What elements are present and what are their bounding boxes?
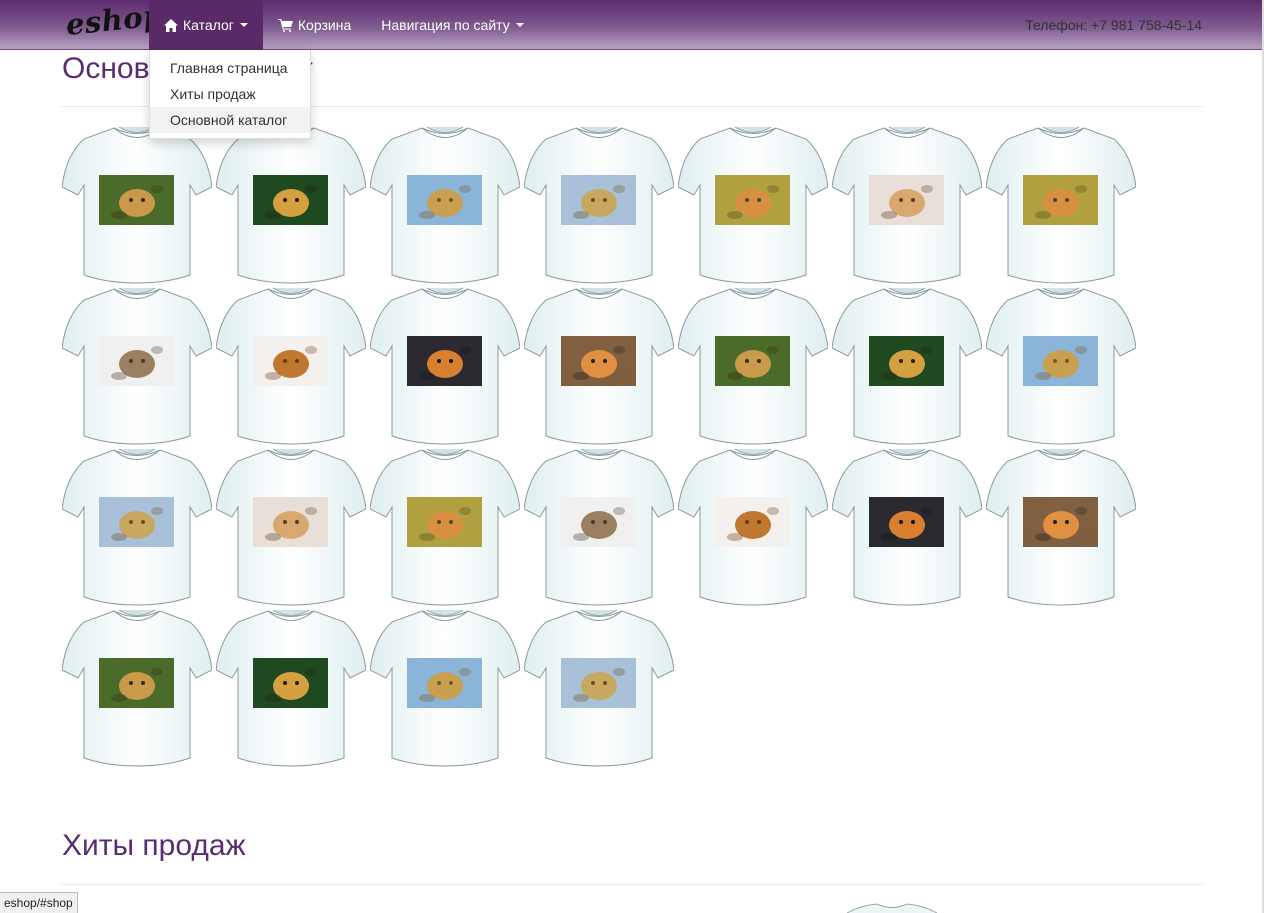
- product-card[interactable]: [678, 447, 828, 607]
- nav-cart[interactable]: Корзина: [263, 0, 366, 50]
- print-image-tiger-lying: [1023, 497, 1098, 547]
- product-card[interactable]: [62, 447, 212, 607]
- print-image-tiger-lying: [561, 336, 636, 386]
- chevron-down-icon: [239, 23, 248, 27]
- catalog-dropdown-menu: Главная страница Хиты продаж Основной ка…: [149, 50, 311, 139]
- product-card[interactable]: [678, 286, 828, 446]
- product-card[interactable]: [678, 125, 828, 285]
- print-image-puppy: [715, 497, 790, 547]
- product-card[interactable]: [524, 447, 674, 607]
- print-image-tabby-cat: [561, 497, 636, 547]
- product-card[interactable]: [370, 447, 520, 607]
- print-image-leopard: [99, 175, 174, 225]
- product-card[interactable]: [370, 125, 520, 285]
- dropdown-item-bestsellers[interactable]: Хиты продаж: [150, 81, 310, 107]
- print-image-giraffe: [561, 658, 636, 708]
- print-image-puppy: [253, 336, 328, 386]
- product-card[interactable]: [986, 125, 1136, 285]
- nav-cart-label: Корзина: [297, 17, 352, 33]
- product-card[interactable]: [62, 608, 212, 768]
- print-image-lion: [1023, 336, 1098, 386]
- main-nav: Каталог Корзина Навигация по сайту: [149, 0, 539, 50]
- product-card[interactable]: [524, 608, 674, 768]
- product-card[interactable]: [370, 286, 520, 446]
- dropdown-item-home[interactable]: Главная страница: [150, 55, 310, 81]
- print-image-owl: [407, 497, 482, 547]
- print-image-jaguar: [869, 336, 944, 386]
- product-card[interactable]: [832, 286, 982, 446]
- nav-catalog-label: Каталог: [183, 17, 234, 33]
- print-image-jaguar: [253, 175, 328, 225]
- nav-site-navigation[interactable]: Навигация по сайту: [366, 0, 538, 50]
- product-card[interactable]: [216, 447, 366, 607]
- product-card[interactable]: [62, 286, 212, 446]
- dropdown-item-main-catalog[interactable]: Основной каталог: [150, 107, 310, 133]
- home-icon: [164, 18, 178, 32]
- print-image-owl: [715, 175, 790, 225]
- product-card[interactable]: [986, 286, 1136, 446]
- section-title-bestsellers: Хиты продаж: [62, 829, 246, 862]
- product-card-partial[interactable]: [842, 903, 942, 913]
- print-image-tiger-water: [869, 497, 944, 547]
- cart-icon: [277, 18, 293, 32]
- print-image-kitten: [869, 175, 944, 225]
- print-image-leopard: [99, 658, 174, 708]
- print-image-giraffe: [99, 497, 174, 547]
- phone-number: Телефон: +7 981 758-45-14: [1025, 17, 1202, 33]
- print-image-lion: [407, 175, 482, 225]
- nav-catalog[interactable]: Каталог: [149, 0, 263, 50]
- product-card[interactable]: [216, 608, 366, 768]
- print-image-tabby-cat: [99, 336, 174, 386]
- print-image-tiger-water: [407, 336, 482, 386]
- product-card[interactable]: [524, 286, 674, 446]
- print-image-jaguar: [253, 658, 328, 708]
- print-image-owl: [1023, 175, 1098, 225]
- product-card[interactable]: [524, 125, 674, 285]
- product-card[interactable]: [62, 125, 212, 285]
- browser-status-bar: eshop/#shop: [0, 892, 78, 913]
- product-card[interactable]: [986, 447, 1136, 607]
- top-navbar: eshop Каталог Корзина Навигация по сайту…: [0, 0, 1264, 50]
- print-image-leopard: [715, 336, 790, 386]
- divider: [62, 884, 1202, 885]
- product-card[interactable]: [216, 125, 366, 285]
- print-image-giraffe: [561, 175, 636, 225]
- product-card[interactable]: [216, 286, 366, 446]
- product-card[interactable]: [832, 447, 982, 607]
- product-card[interactable]: [370, 608, 520, 768]
- chevron-down-icon: [515, 23, 524, 27]
- print-image-kitten: [253, 497, 328, 547]
- product-card[interactable]: [832, 125, 982, 285]
- nav-site-navigation-label: Навигация по сайту: [381, 17, 510, 33]
- print-image-lion: [407, 658, 482, 708]
